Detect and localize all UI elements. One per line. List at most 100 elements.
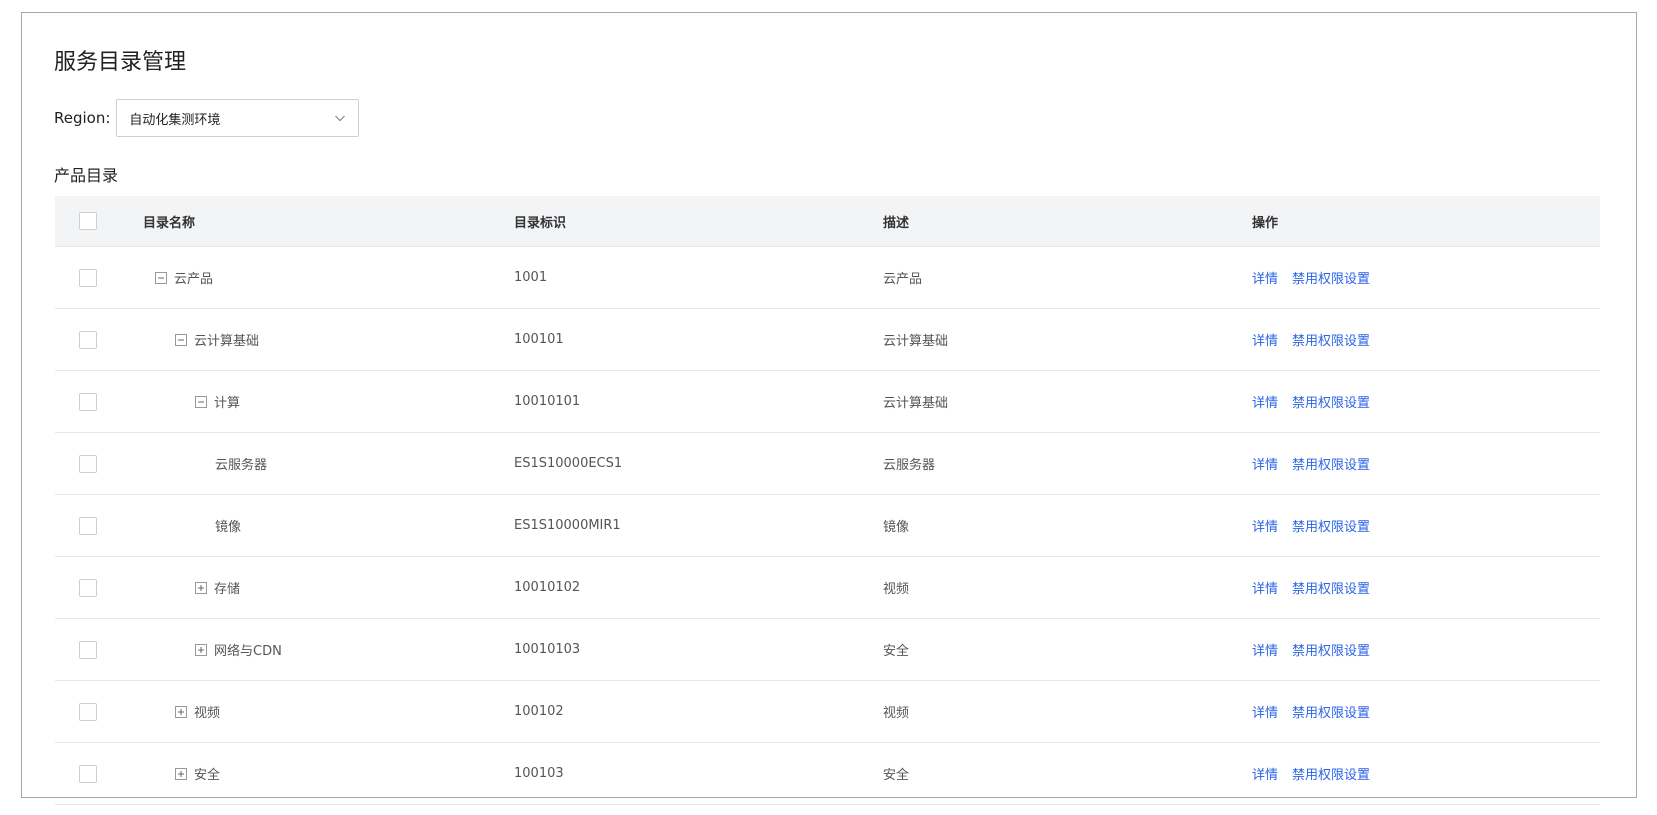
row-name: 云服务器	[215, 458, 268, 473]
header-desc: 描述	[883, 215, 910, 231]
row-ops: 详情 禁用权限设置	[1252, 702, 1600, 721]
row-desc: 镜像	[883, 520, 910, 535]
detail-link[interactable]: 详情	[1252, 272, 1278, 287]
detail-link[interactable]: 详情	[1252, 520, 1278, 535]
region-filter: Region: 自动化集测环境	[54, 98, 360, 138]
expand-icon[interactable]	[175, 705, 187, 718]
disable-permission-link[interactable]: 禁用权限设置	[1292, 334, 1370, 349]
detail-link[interactable]: 详情	[1252, 458, 1278, 473]
table-body: 云产品 1001 云产品 详情 禁用权限设置 云计算基础 100101 云计算基础 详情 禁用权限…	[55, 247, 1600, 805]
tree-node: 计算	[143, 392, 514, 411]
row-desc: 云计算基础	[883, 334, 949, 349]
row-checkbox[interactable]	[79, 392, 97, 411]
tree-node: 云计算基础	[143, 330, 514, 349]
row-ops: 详情 禁用权限设置	[1252, 764, 1600, 783]
tree-node: 云服务器	[143, 454, 514, 473]
select-all-checkbox[interactable]	[79, 212, 97, 230]
row-name: 云产品	[174, 272, 214, 287]
tree-node: 云产品	[143, 268, 514, 287]
disable-permission-link[interactable]: 禁用权限设置	[1292, 272, 1370, 287]
tree-node: 网络与CDN	[143, 640, 514, 659]
region-select[interactable]: 自动化集测环境	[116, 99, 360, 137]
header-id: 目录标识	[514, 215, 567, 231]
row-id: 10010101	[514, 394, 581, 409]
tree-node: 安全	[143, 764, 514, 783]
row-desc: 安全	[883, 768, 910, 783]
disable-permission-link[interactable]: 禁用权限设置	[1292, 644, 1370, 659]
table-row: 计算 10010101 云计算基础 详情 禁用权限设置	[55, 371, 1600, 433]
row-checkbox[interactable]	[79, 516, 97, 535]
row-id: 100103	[514, 766, 564, 781]
row-ops: 详情 禁用权限设置	[1252, 578, 1600, 597]
collapse-icon[interactable]	[175, 333, 187, 346]
row-checkbox[interactable]	[79, 640, 97, 659]
page-title: 服务目录管理	[54, 50, 187, 75]
row-desc: 云产品	[883, 272, 923, 287]
expand-icon[interactable]	[175, 767, 187, 780]
region-label: Region:	[54, 109, 111, 127]
table-row: 云产品 1001 云产品 详情 禁用权限设置	[55, 247, 1600, 309]
row-desc: 视频	[883, 582, 910, 597]
row-name: 视频	[194, 706, 221, 721]
row-desc: 云服务器	[883, 458, 936, 473]
row-name: 存储	[214, 582, 241, 597]
expand-icon[interactable]	[195, 643, 207, 656]
table-row: 存储 10010102 视频 详情 禁用权限设置	[55, 557, 1600, 619]
row-name: 安全	[194, 768, 221, 783]
row-checkbox[interactable]	[79, 702, 97, 721]
table-row: 网络与CDN 10010103 安全 详情 禁用权限设置	[55, 619, 1600, 681]
row-name: 网络与CDN	[214, 644, 282, 659]
catalog-table: 目录名称 目录标识 描述 操作 云产品 1001 云产品 详情 禁用权限设置 云计算基础 1…	[55, 196, 1600, 805]
row-id: 100101	[514, 332, 564, 347]
row-checkbox[interactable]	[79, 764, 97, 783]
row-id: ES1S10000ECS1	[514, 456, 623, 471]
table-row: 视频 100102 视频 详情 禁用权限设置	[55, 681, 1600, 743]
detail-link[interactable]: 详情	[1252, 706, 1278, 721]
disable-permission-link[interactable]: 禁用权限设置	[1292, 458, 1370, 473]
row-name: 云计算基础	[194, 334, 260, 349]
disable-permission-link[interactable]: 禁用权限设置	[1292, 582, 1370, 597]
row-ops: 详情 禁用权限设置	[1252, 516, 1600, 535]
row-name: 镜像	[215, 520, 242, 535]
disable-permission-link[interactable]: 禁用权限设置	[1292, 768, 1370, 783]
disable-permission-link[interactable]: 禁用权限设置	[1292, 706, 1370, 721]
disable-permission-link[interactable]: 禁用权限设置	[1292, 520, 1370, 535]
tree-node: 视频	[143, 702, 514, 721]
disable-permission-link[interactable]: 禁用权限设置	[1292, 396, 1370, 411]
row-ops: 详情 禁用权限设置	[1252, 268, 1600, 287]
table-row: 安全 100103 安全 详情 禁用权限设置	[55, 743, 1600, 805]
detail-link[interactable]: 详情	[1252, 396, 1278, 411]
tree-node: 镜像	[143, 516, 514, 535]
header-name: 目录名称	[143, 215, 196, 231]
table-header: 目录名称 目录标识 描述 操作	[55, 196, 1600, 247]
row-ops: 详情 禁用权限设置	[1252, 640, 1600, 659]
row-id: ES1S10000MIR1	[514, 518, 621, 533]
row-name: 计算	[214, 396, 241, 411]
expand-icon[interactable]	[195, 581, 207, 594]
row-ops: 详情 禁用权限设置	[1252, 454, 1600, 473]
row-desc: 视频	[883, 706, 910, 721]
header-ops: 操作	[1252, 215, 1279, 231]
table-row: 云服务器 ES1S10000ECS1 云服务器 详情 禁用权限设置	[55, 433, 1600, 495]
row-checkbox[interactable]	[79, 330, 97, 349]
collapse-icon[interactable]	[195, 395, 207, 408]
row-desc: 云计算基础	[883, 396, 949, 411]
chevron-down-icon	[335, 115, 346, 122]
row-checkbox[interactable]	[79, 454, 97, 473]
row-checkbox[interactable]	[79, 268, 97, 287]
row-id: 10010103	[514, 642, 581, 657]
region-selected-value: 自动化集测环境	[129, 112, 221, 128]
row-ops: 详情 禁用权限设置	[1252, 330, 1600, 349]
detail-link[interactable]: 详情	[1252, 768, 1278, 783]
detail-link[interactable]: 详情	[1252, 644, 1278, 659]
detail-link[interactable]: 详情	[1252, 334, 1278, 349]
collapse-icon[interactable]	[155, 271, 167, 284]
row-checkbox[interactable]	[79, 578, 97, 597]
table-row: 云计算基础 100101 云计算基础 详情 禁用权限设置	[55, 309, 1600, 371]
row-ops: 详情 禁用权限设置	[1252, 392, 1600, 411]
detail-link[interactable]: 详情	[1252, 582, 1278, 597]
tree-node: 存储	[143, 578, 514, 597]
table-row: 镜像 ES1S10000MIR1 镜像 详情 禁用权限设置	[55, 495, 1600, 557]
row-id: 1001	[514, 270, 548, 285]
row-id: 100102	[514, 704, 564, 719]
